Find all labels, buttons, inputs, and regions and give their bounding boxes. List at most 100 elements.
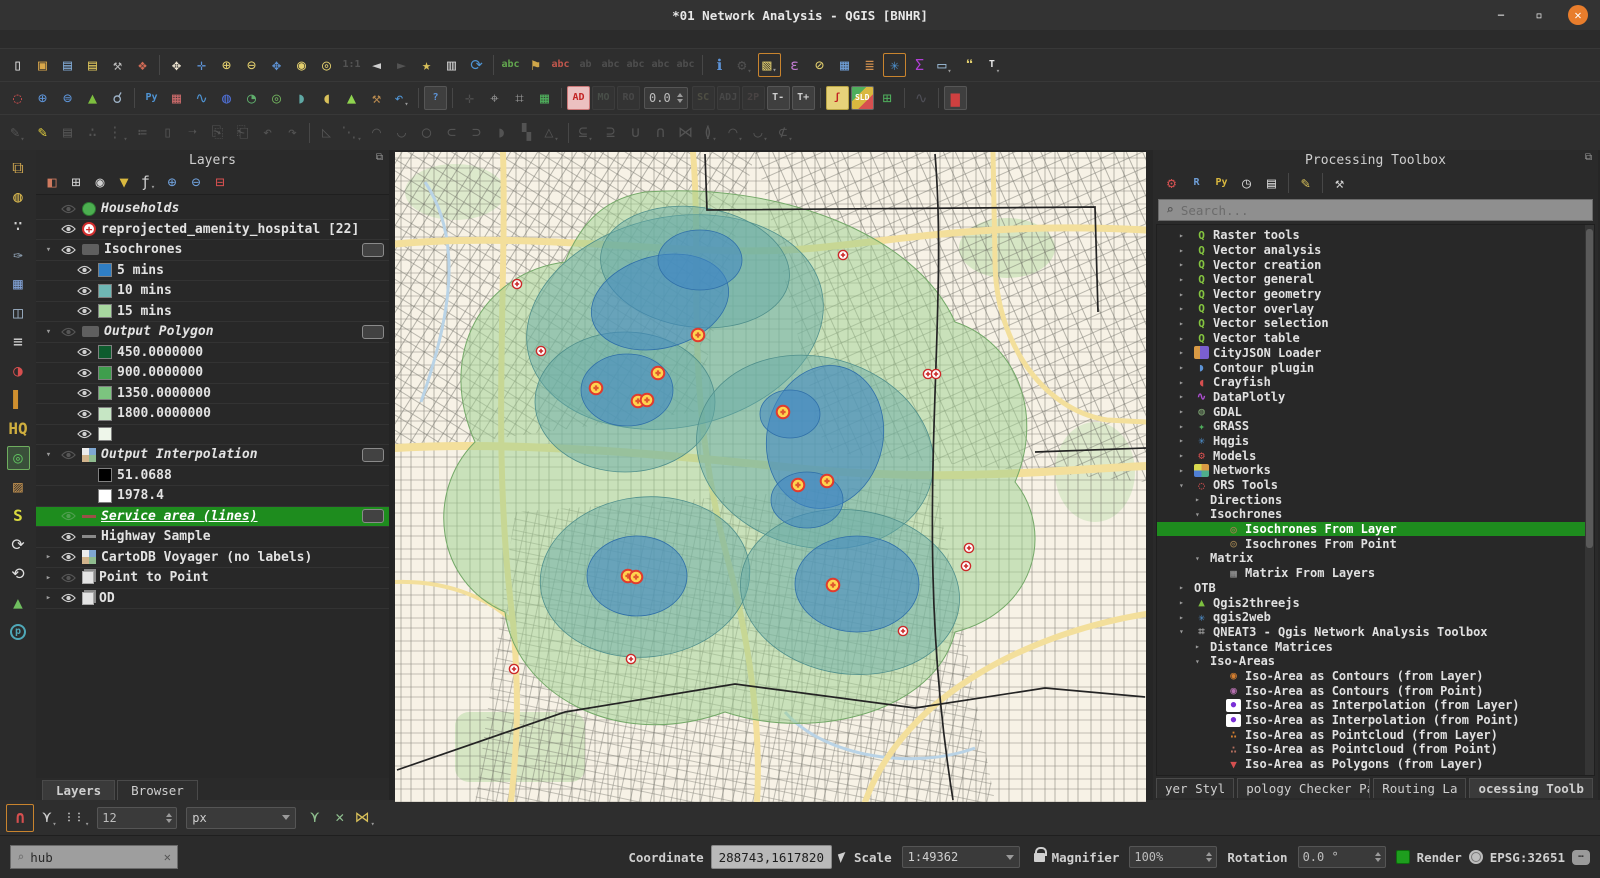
spin-arrows-icon[interactable] xyxy=(1206,852,1212,862)
paste-features[interactable]: ⎗ xyxy=(231,121,254,145)
label-rotate[interactable]: abc xyxy=(649,53,672,77)
project-open[interactable]: ▣ xyxy=(31,53,54,77)
toggle-editing[interactable]: ✎ xyxy=(31,121,54,145)
group-od[interactable]: ▸ OD xyxy=(36,589,389,610)
expand-arrow-icon[interactable]: ▸ xyxy=(1179,231,1190,240)
expand-arrow-icon[interactable]: ▸ xyxy=(1179,260,1190,269)
pan-map[interactable]: ✥ xyxy=(165,53,188,77)
slyr-tools[interactable]: S xyxy=(7,504,30,528)
layer-service-area-lines[interactable]: Service area (lines) xyxy=(36,507,389,528)
cat-qgis2web[interactable]: ▸ qgis2web xyxy=(1157,610,1594,625)
open-attribute-table[interactable]: ▦ xyxy=(833,53,856,77)
style-manager[interactable]: ❖ xyxy=(131,53,154,77)
event-id-tool[interactable]: ⌗ xyxy=(508,86,531,110)
visibility-eye-icon[interactable] xyxy=(60,573,77,583)
project-new[interactable]: ▯ xyxy=(6,53,29,77)
open-layer-styling-panel[interactable]: ◧ xyxy=(41,171,63,193)
street-smart[interactable]: ◔ xyxy=(240,86,263,110)
layer-10-mins[interactable]: 10 mins xyxy=(36,281,389,302)
pelias-geocoding[interactable]: ◎ xyxy=(7,446,30,470)
expand-arrow-icon[interactable]: ▸ xyxy=(1179,583,1190,592)
osm-download[interactable]: ◍ xyxy=(215,86,238,110)
snapping-units-combo[interactable]: px xyxy=(186,807,296,829)
cad-construction[interactable]: ⋱ xyxy=(340,121,363,145)
expand-arrow-icon[interactable]: ▸ xyxy=(1179,290,1190,299)
toolbox-history[interactable]: ◷ xyxy=(1235,171,1258,195)
save-layer-edits[interactable]: ▤ xyxy=(56,121,79,145)
layer-diagram[interactable]: ⚑ xyxy=(524,53,547,77)
expand-arrow-icon[interactable]: ▸ xyxy=(1179,451,1190,460)
construction-MO[interactable]: MO xyxy=(592,86,615,110)
cat-models[interactable]: ▸ Models xyxy=(1157,448,1594,463)
cat-ors-tools[interactable]: ▾ ORS Tools xyxy=(1157,478,1594,493)
expand-arrow-icon[interactable]: ▸ xyxy=(1179,348,1190,357)
layer-reprojected-amenity-hospital[interactable]: reprojected_amenity_hospital [22] xyxy=(36,220,389,241)
ors-tools[interactable]: ◌ xyxy=(6,86,29,110)
locator-search-input[interactable]: ⌕ hub ✕ xyxy=(10,845,178,869)
class-1978-4[interactable]: 1978.4 xyxy=(36,486,389,507)
cat-vector-general[interactable]: ▸ Vector general xyxy=(1157,272,1594,287)
run-feature-action[interactable]: ⚙ xyxy=(733,53,756,77)
gcp-origin[interactable]: ✛ xyxy=(458,86,481,110)
cat-dataplotly[interactable]: ▸ DataPlotly xyxy=(1157,390,1594,405)
cad-distance-spinbox[interactable]: 0.0 xyxy=(644,87,688,109)
expand-arrow-icon[interactable]: ▸ xyxy=(1179,436,1190,445)
label-pin[interactable]: ab xyxy=(574,53,597,77)
visibility-eye-icon[interactable] xyxy=(60,593,77,603)
self-snapping[interactable]: ⋈ xyxy=(353,806,376,830)
expand-arrow-icon[interactable]: ▸ xyxy=(1179,466,1190,475)
snapping-intersection[interactable]: ✕ xyxy=(328,806,351,830)
project-save[interactable]: ▤ xyxy=(56,53,79,77)
rotate-cw[interactable]: ⟳ xyxy=(7,533,30,557)
redo-edit[interactable]: ↷ xyxy=(281,121,304,145)
snapping-tolerance-spinbox[interactable]: 12 xyxy=(97,807,177,829)
grp-distance-matrices[interactable]: ▸ Distance Matrices xyxy=(1157,639,1594,654)
crayfish-mesh[interactable]: ◗ xyxy=(290,86,313,110)
crs-globe-icon[interactable] xyxy=(1469,850,1483,864)
alg-isoarea-pointcloud-point[interactable]: Iso-Area as Pointcloud (from Point) xyxy=(1157,742,1594,757)
toolbox-edit-in-place[interactable]: ✎ xyxy=(1294,171,1317,195)
db-manager[interactable]: ≡ xyxy=(7,330,30,354)
clear-icon[interactable]: ✕ xyxy=(164,850,171,864)
expand-arrow-icon[interactable]: ▸ xyxy=(1195,495,1206,504)
select-by-expression[interactable]: ε xyxy=(783,53,806,77)
layer-labeling[interactable]: abc xyxy=(499,53,522,77)
expand-arrow-icon[interactable]: ▸ xyxy=(1179,378,1190,387)
group-output-interpolation[interactable]: ▾ Output Interpolation xyxy=(36,445,389,466)
web-service-search[interactable]: ⊜ xyxy=(56,86,79,110)
select-features[interactable]: ▧ xyxy=(758,53,781,77)
cat-contour-plugin[interactable]: ▸ Contour plugin xyxy=(1157,360,1594,375)
tab-topology-checker[interactable]: pology Checker Pa xyxy=(1237,778,1370,798)
add-table[interactable]: ⊞ xyxy=(876,86,899,110)
visibility-eye-icon[interactable] xyxy=(76,347,93,357)
raster-histogram[interactable]: ▆ xyxy=(944,86,967,110)
expand-all[interactable]: ⊕ xyxy=(161,171,183,193)
toolbox-python-scripts[interactable]: Py xyxy=(1210,171,1233,195)
contour-plugin[interactable]: ʃ xyxy=(826,86,849,110)
snapping-options-dots[interactable]: ⋮⋮ xyxy=(63,806,90,830)
processing-toolbox-button[interactable]: ✳ xyxy=(883,53,906,77)
help-contents[interactable]: ? xyxy=(424,86,447,110)
toolbox-search-input[interactable]: ⌕ Search... xyxy=(1158,199,1593,221)
visibility-eye-icon[interactable] xyxy=(60,245,77,255)
lock-scale-icon[interactable] xyxy=(1034,853,1045,862)
undock-icon[interactable]: ⧉ xyxy=(376,152,383,163)
restore-button[interactable]: ▫ xyxy=(1530,6,1548,24)
cat-vector-table[interactable]: ▸ Vector table xyxy=(1157,331,1594,346)
statistical-summary[interactable]: ≣ xyxy=(858,53,881,77)
locate-points[interactable]: ◎ xyxy=(265,86,288,110)
tab-processing-toolbox[interactable]: ocessing Toolb xyxy=(1469,778,1592,798)
fill-ring[interactable]: ◗ xyxy=(490,121,513,145)
visibility-eye-icon[interactable] xyxy=(60,511,77,521)
expand-arrow-icon[interactable]: ▸ xyxy=(1179,407,1190,416)
reshape-features[interactable]: ⊆ xyxy=(574,121,597,145)
copy-features[interactable]: ⎘ xyxy=(206,121,229,145)
delete-ring[interactable]: △ xyxy=(540,121,563,145)
topological-editing[interactable]: ⋎ xyxy=(303,806,326,830)
add-part[interactable]: ⊃ xyxy=(465,121,488,145)
spin-arrows-icon[interactable] xyxy=(1375,852,1381,862)
terrain-shading[interactable]: ▲ xyxy=(340,86,363,110)
alg-matrix-from-layers[interactable]: Matrix From Layers xyxy=(1157,566,1594,581)
osm-place-search[interactable]: ☌ xyxy=(106,86,129,110)
expand-arrow-icon[interactable]: ▾ xyxy=(1179,481,1190,490)
